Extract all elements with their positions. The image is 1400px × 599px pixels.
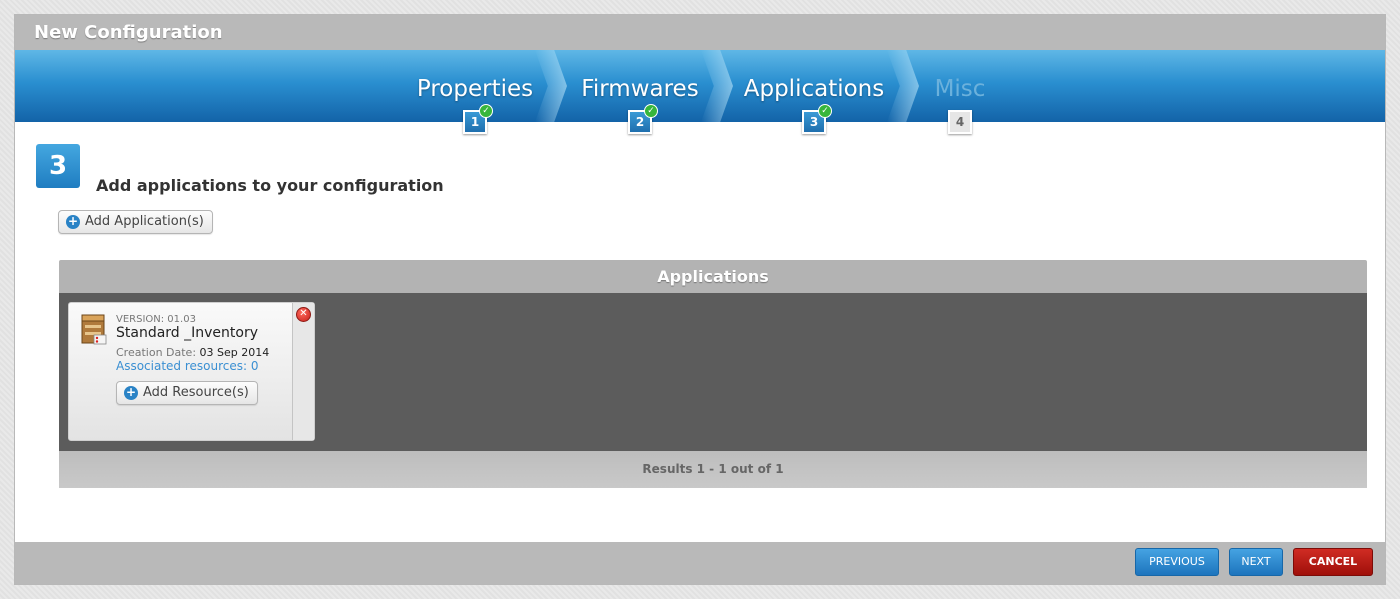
application-package-icon (81, 314, 107, 345)
card-side-strip (292, 303, 314, 440)
wizard-step-misc: Misc 4 (925, 50, 995, 134)
cancel-button[interactable]: CANCEL (1293, 548, 1373, 576)
check-icon: ✓ (644, 104, 658, 118)
applications-panel-title: Applications (59, 260, 1367, 293)
applications-list: ✕ VERSION: 01.03 Standard _Inventory Cre… (59, 293, 1367, 451)
add-application-label: Add Application(s) (85, 214, 204, 229)
add-resource-label: Add Resource(s) (143, 385, 249, 400)
add-application-button[interactable]: + Add Application(s) (58, 210, 213, 234)
application-version: VERSION: 01.03 (116, 314, 196, 325)
plus-circle-icon: + (124, 385, 138, 400)
application-card[interactable]: ✕ VERSION: 01.03 Standard _Inventory Cre… (68, 302, 315, 441)
application-name: Standard _Inventory (116, 325, 259, 341)
remove-application-icon[interactable]: ✕ (296, 307, 311, 322)
applications-panel: Applications ✕ VERSION: 01.03 Standard _… (59, 260, 1367, 488)
wizard-step-applications[interactable]: Applications 3 ✓ (737, 50, 891, 134)
previous-button[interactable]: PREVIOUS (1135, 548, 1219, 576)
wizard-step-firmwares[interactable]: Firmwares 2 ✓ (575, 50, 705, 134)
wizard-steps: Properties 1 ✓ Firmwares 2 ✓ Application… (15, 50, 1385, 134)
plus-circle-icon: + (66, 214, 80, 229)
step-label: Applications (743, 76, 885, 102)
step-label: Firmwares (581, 76, 699, 102)
step-label: Properties (416, 76, 534, 102)
current-step-badge: 3 (36, 144, 80, 188)
add-resource-button[interactable]: + Add Resource(s) (116, 381, 258, 405)
step-number: 4 (948, 110, 972, 134)
content-area: 3 Add applications to your configuration… (15, 122, 1385, 544)
dialog-footer: PREVIOUS NEXT CANCEL (15, 542, 1385, 584)
creation-date-row: Creation Date: 03 Sep 2014 (116, 346, 269, 359)
step-separator (701, 50, 733, 122)
wizard-step-properties[interactable]: Properties 1 ✓ (410, 50, 540, 134)
next-button[interactable]: NEXT (1229, 548, 1283, 576)
dialog-title: New Configuration (15, 15, 1385, 50)
check-icon: ✓ (818, 104, 832, 118)
check-icon: ✓ (479, 104, 493, 118)
step-label: Misc (934, 76, 986, 102)
new-configuration-dialog: New Configuration Properties 1 ✓ Firmwar… (14, 14, 1386, 585)
creation-date-label: Creation Date: (116, 346, 197, 359)
results-count: Results 1 - 1 out of 1 (59, 451, 1367, 488)
associated-resources-link[interactable]: Associated resources: 0 (116, 359, 259, 373)
step-separator (887, 50, 919, 122)
creation-date-value: 03 Sep 2014 (199, 346, 270, 359)
page-heading: Add applications to your configuration (96, 176, 444, 195)
